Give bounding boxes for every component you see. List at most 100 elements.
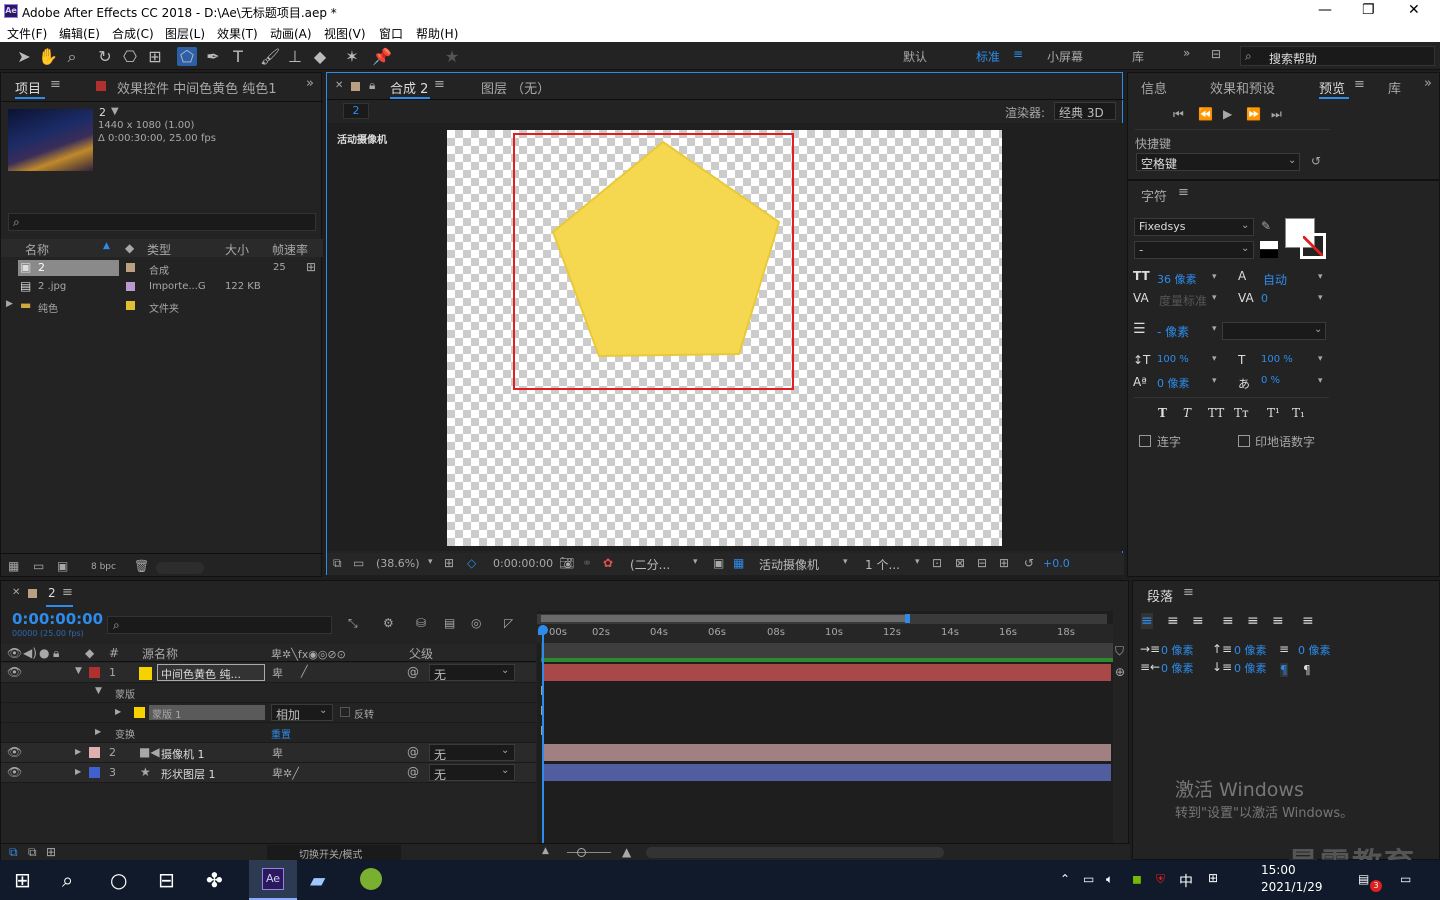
trash-icon[interactable]: 🗑	[134, 559, 149, 573]
indent-right-value[interactable]: 0 像素	[1161, 660, 1194, 676]
new-comp-icon[interactable]: ▣	[57, 559, 68, 573]
comp-marker-bin-icon[interactable]: ⛉	[1115, 644, 1124, 659]
label-swatch[interactable]	[126, 263, 135, 272]
pickwhip-icon[interactable]: @	[407, 745, 419, 759]
tsume-value[interactable]: 0 %	[1261, 375, 1280, 386]
safe-zones-icon[interactable]: ⊞	[444, 556, 454, 570]
more-tabs-icon[interactable]: »	[306, 76, 314, 91]
layer-duration-bar[interactable]	[543, 664, 1111, 681]
layer-switches-icon[interactable]: ⧉	[9, 845, 18, 860]
flowchart-icon[interactable]: ⊞	[999, 556, 1009, 570]
mask-color-swatch[interactable]	[134, 707, 145, 718]
workspace-small-screen[interactable]: 小屏幕	[1047, 48, 1083, 65]
selection-tool-icon[interactable]: ➤	[14, 47, 34, 66]
mask-row[interactable]: ▶ 蒙版 1 相加 ⌄ 反转	[1, 703, 536, 723]
stroke-width-value[interactable]: - 像素	[1157, 323, 1189, 340]
chevron-down-icon[interactable]: ▾	[693, 557, 698, 567]
subscript-button[interactable]: T₁	[1292, 406, 1305, 420]
chevron-down-icon[interactable]: ▾	[1212, 376, 1217, 386]
zoom-in-icon[interactable]: ▲	[622, 845, 631, 859]
font-style-dropdown[interactable]: -	[1134, 241, 1254, 259]
channel-icon[interactable]: ✿	[603, 556, 613, 570]
expand-icon[interactable]: ▼	[95, 686, 102, 696]
maximize-button[interactable]: ❐	[1362, 2, 1375, 18]
previous-frame-icon[interactable]: ⏪	[1198, 107, 1213, 121]
eye-icon[interactable]: 👁︎	[7, 665, 22, 679]
align-center-icon[interactable]: ≡	[1167, 613, 1179, 629]
align-left-icon[interactable]: ≡	[1141, 613, 1153, 629]
horizontal-scale-value[interactable]: 100 %	[1261, 354, 1293, 365]
chevron-down-icon[interactable]: ▾	[1212, 354, 1217, 364]
cortana-icon[interactable]: ○	[110, 868, 127, 892]
chevron-down-icon[interactable]: ⌄	[501, 665, 509, 676]
comp-menu-icon[interactable]: ≡	[434, 77, 445, 92]
chevron-down-icon[interactable]: ⌄	[1314, 324, 1322, 335]
chevron-down-icon[interactable]: ⌄	[1241, 243, 1249, 254]
lock-icon[interactable]: 🔒︎	[369, 78, 375, 93]
project-menu-icon[interactable]: ≡	[50, 77, 61, 92]
sync-icon[interactable]: ⊟	[1211, 47, 1221, 61]
play-icon[interactable]: ▶	[1223, 107, 1232, 121]
pen-tool-icon[interactable]: ✒	[203, 47, 223, 66]
first-frame-icon[interactable]: ⏮	[1173, 107, 1184, 122]
workspace-standard[interactable]: 标准	[976, 48, 1000, 65]
column-type[interactable]: 类型	[147, 241, 171, 258]
roto-brush-tool-icon[interactable]: ✶	[342, 47, 362, 66]
flowchart-icon[interactable]: ⊞	[306, 260, 316, 274]
menu-composition[interactable]: 合成(C)	[112, 25, 154, 42]
align-right-icon[interactable]: ≡	[1192, 613, 1204, 629]
windows-start-icon[interactable]: ⊞	[14, 868, 31, 892]
fast-previews-icon[interactable]: ⊠	[955, 556, 965, 570]
menu-layer[interactable]: 图层(L)	[165, 25, 205, 42]
label-swatch[interactable]	[89, 667, 100, 678]
layer-row[interactable]: 👁︎ ▶ 3 ★ 形状图层 1 卑✲╱ @ 无 ⌄	[1, 763, 536, 783]
quality-switch-icon[interactable]: ╱	[301, 665, 308, 678]
timeline-search-input[interactable]: ⌕	[107, 616, 332, 634]
tab-effect-controls[interactable]: 效果控件 中间色黄色 纯色1	[117, 78, 277, 97]
notepad-app-icon[interactable]: ▰	[310, 868, 325, 892]
zoom-dropdown[interactable]: (38.6%)	[376, 557, 420, 570]
camera-tool-icon[interactable]: ⎔	[120, 47, 140, 66]
minimize-button[interactable]: —	[1318, 2, 1332, 18]
chevron-down-icon[interactable]: ⌄	[1288, 155, 1296, 166]
zoom-out-icon[interactable]: ▲	[542, 846, 549, 856]
chevron-down-icon[interactable]: ▼	[111, 106, 119, 117]
column-name[interactable]: 名称	[25, 241, 49, 258]
menu-help[interactable]: 帮助(H)	[416, 25, 458, 42]
timeline-graph-area[interactable]: 00s 02s 04s 06s 08s 10s 12s 14s 16s 18s …	[537, 611, 1113, 848]
clone-stamp-tool-icon[interactable]: ⊥	[285, 47, 305, 66]
space-after-value[interactable]: 0 像素	[1234, 660, 1267, 676]
menu-window[interactable]: 窗口	[379, 25, 403, 42]
chevron-down-icon[interactable]: ▾	[1318, 354, 1323, 364]
eye-icon[interactable]: 👁︎	[7, 646, 22, 660]
pentagon-shape[interactable]	[551, 140, 781, 358]
graph-editor-icon[interactable]: ◸	[504, 616, 513, 630]
menu-effect[interactable]: 效果(T)	[217, 25, 258, 42]
vertical-scale-value[interactable]: 100 %	[1157, 354, 1189, 365]
label-column-icon[interactable]: ◆	[125, 241, 134, 255]
preview-menu-icon[interactable]: ≡	[1354, 77, 1365, 92]
zoom-slider-thumb[interactable]	[577, 848, 586, 857]
bit-depth[interactable]: 8 bpc	[91, 562, 116, 572]
eye-icon[interactable]: 👁︎	[7, 745, 22, 759]
tab-preview[interactable]: 预览	[1319, 78, 1345, 97]
faux-italic-button[interactable]: T	[1183, 406, 1191, 420]
zoom-tool-icon[interactable]: ⌕	[62, 47, 82, 67]
project-item[interactable]: ▶ ▬ 纯色 文件夹	[1, 296, 323, 315]
pan-behind-tool-icon[interactable]: ⊞	[145, 47, 165, 66]
monitor-icon[interactable]: ▭	[353, 556, 364, 570]
reset-exposure-icon[interactable]: ↺	[1024, 556, 1034, 570]
chevron-down-icon[interactable]: ▾	[1212, 272, 1217, 282]
puppet-tool-icon[interactable]: 📌	[372, 47, 392, 66]
leading-value[interactable]: 自动	[1263, 271, 1287, 288]
work-area-end-handle[interactable]	[905, 614, 910, 623]
show-snapshot-icon[interactable]: ⚭	[582, 556, 592, 570]
chevron-down-icon[interactable]: ▾	[1212, 324, 1217, 334]
ligatures-checkbox[interactable]	[1139, 435, 1151, 447]
transform-row[interactable]: ▶ 变换 重置	[1, 723, 536, 743]
chevron-down-icon[interactable]: ⌄	[1241, 220, 1249, 231]
small-caps-button[interactable]: Tт	[1234, 406, 1249, 420]
thumbnail-slider[interactable]	[156, 562, 204, 574]
shy-layers-icon[interactable]: ⛁	[416, 616, 426, 630]
font-family-dropdown[interactable]: Fixedsys	[1134, 218, 1254, 236]
